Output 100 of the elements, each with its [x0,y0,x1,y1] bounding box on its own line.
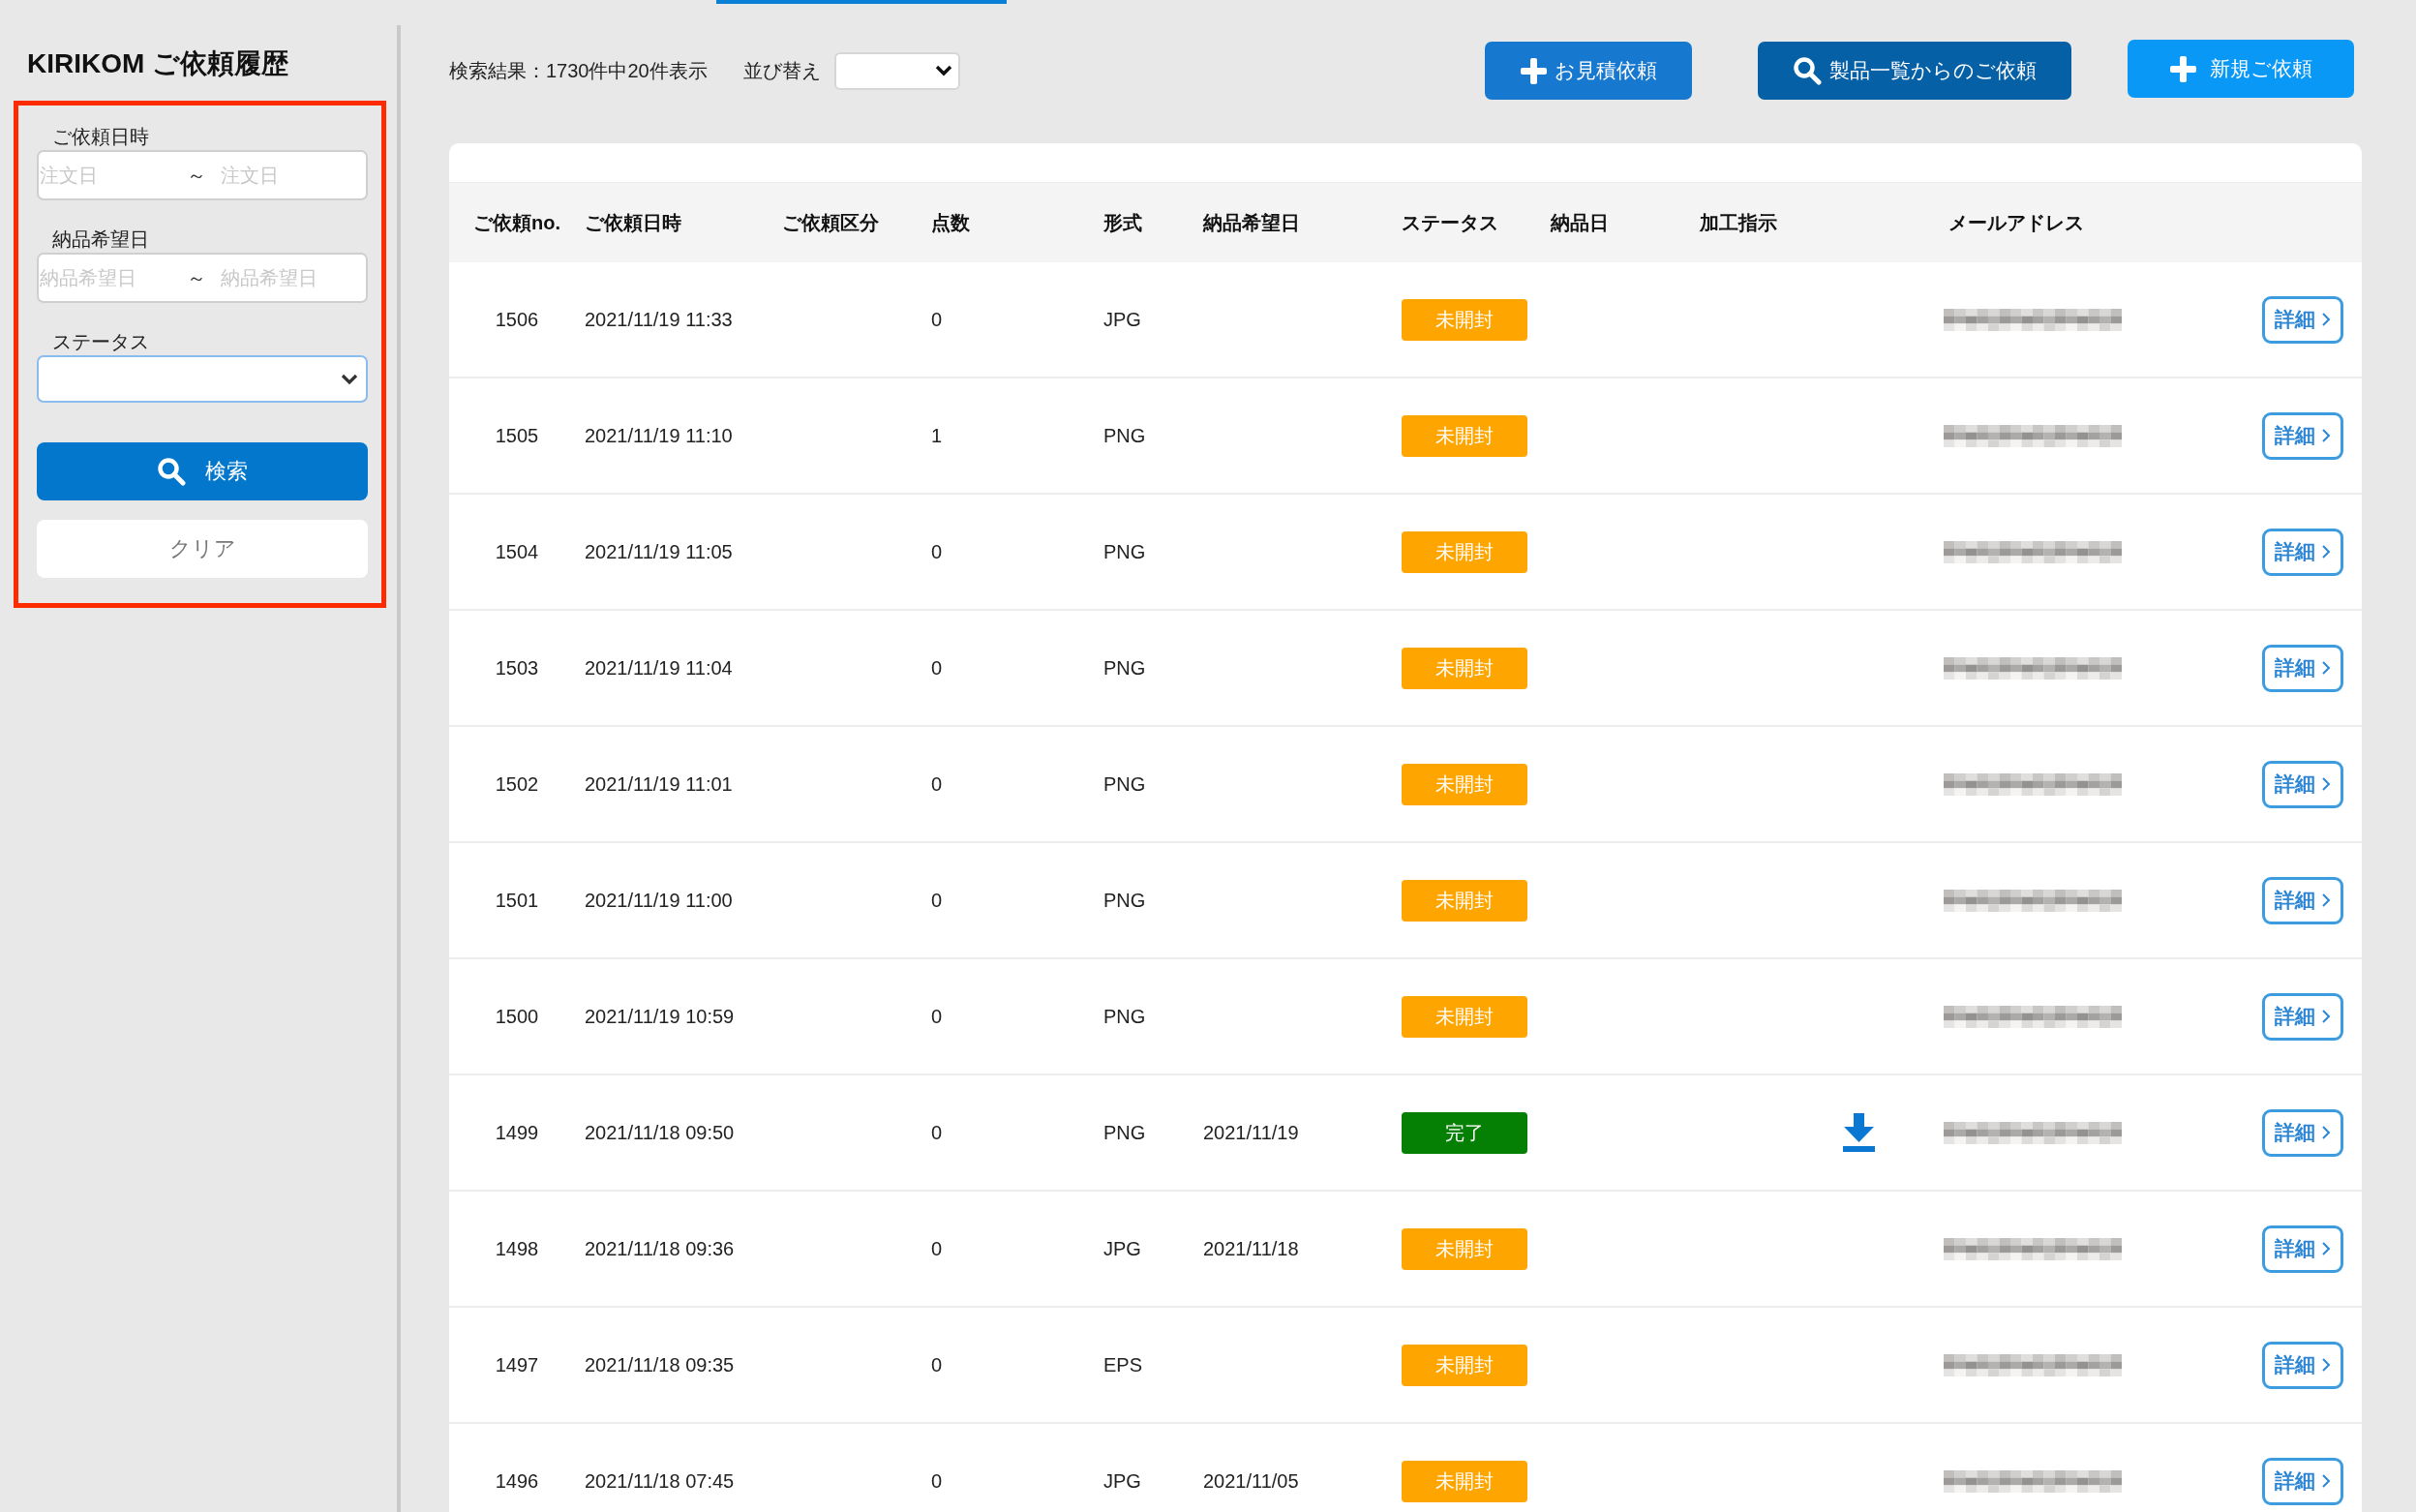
detail-button[interactable]: 詳細 [2262,528,2343,576]
detail-button[interactable]: 詳細 [2262,760,2343,808]
table-cell: 1499 [495,1121,539,1144]
detail-button[interactable]: 詳細 [2262,644,2343,692]
column-header: 加工指示 [1700,210,1777,235]
table-cell: 0 [931,656,943,680]
range-separator: ～ [187,266,206,289]
table-cell: PNG [1103,1121,1146,1144]
range-separator: ～ [187,164,206,187]
table-cell: 0 [931,772,943,796]
column-header: 納品希望日 [1203,210,1300,235]
chevron-right-icon [2321,428,2331,443]
table-cell: 2021/11/19 11:04 [585,656,733,680]
table-cell: 0 [931,1121,943,1144]
chevron-right-icon [2321,1125,2331,1140]
table-cell: 1 [931,424,943,447]
detail-button[interactable]: 詳細 [2262,1457,2343,1505]
table-cell: 2021/11/18 09:50 [585,1121,735,1144]
status-badge: 未開封 [1402,647,1527,689]
filter-label: ステータス [52,330,149,353]
table-cell: 1496 [495,1469,539,1493]
column-header: 形式 [1103,210,1142,235]
status-select[interactable] [37,355,368,403]
clear-button[interactable]: クリア [37,520,368,578]
chevron-right-icon [2321,1357,2331,1373]
result-count-text: 検索結果：1730件中20件表示 [449,58,708,83]
table-cell: 1498 [495,1237,539,1260]
detail-button[interactable]: 詳細 [2262,1341,2343,1389]
table-cell: PNG [1103,656,1146,680]
table-cell: 2021/11/18 [1203,1237,1299,1260]
column-header: ご依頼区分 [782,210,879,235]
table-cell: 1503 [495,656,539,680]
table-cell: JPG [1103,1237,1141,1260]
detail-button[interactable]: 詳細 [2262,411,2343,460]
column-header: メールアドレス [1948,210,2084,235]
table-cell: 0 [931,308,943,331]
table-cell: 2021/11/19 11:01 [585,772,733,796]
table-cell: 2021/11/19 11:00 [585,889,733,912]
detail-button[interactable]: 詳細 [2262,992,2343,1041]
plus-icon [1520,57,1547,84]
status-badge: 未開封 [1402,530,1527,573]
table-cell: PNG [1103,424,1146,447]
chevron-right-icon [2321,544,2331,559]
table-cell: EPS [1103,1353,1143,1376]
table-cell: 2021/11/19 11:33 [585,308,733,331]
detail-button[interactable]: 詳細 [2262,1225,2343,1273]
plus-icon [2169,55,2196,82]
table-cell: 0 [931,1005,943,1028]
table-cell: JPG [1103,308,1141,331]
table-cell: 1500 [495,1005,539,1028]
search-button[interactable]: 検索 [37,442,368,500]
filter-label: ご依頼日時 [52,125,149,148]
column-header: ご依頼日時 [585,210,681,235]
table-cell: 1497 [495,1353,539,1376]
detail-button[interactable]: 詳細 [2262,876,2343,924]
status-badge: 未開封 [1402,995,1527,1038]
table-cell: PNG [1103,540,1146,563]
table-cell: PNG [1103,772,1146,796]
quote-request-button[interactable]: お見積依頼 [1485,42,1692,100]
column-header: ご依頼no. [473,210,560,235]
table-cell: 2021/11/18 09:36 [585,1237,735,1260]
chevron-down-icon [341,373,358,385]
table-cell: 0 [931,540,943,563]
filter-label: 納品希望日 [52,227,149,251]
table-cell: 1502 [495,772,539,796]
status-badge: 未開封 [1402,298,1527,341]
table-cell: 1506 [495,308,539,331]
column-header: ステータス [1402,210,1498,235]
table-cell: PNG [1103,889,1146,912]
table-cell: 2021/11/18 09:35 [585,1353,735,1376]
sort-select[interactable] [833,51,960,90]
table-cell: 2021/11/19 11:10 [585,424,733,447]
detail-button[interactable]: 詳細 [2262,295,2343,344]
table-cell: 0 [931,1353,943,1376]
chevron-down-icon [934,65,952,76]
table-cell: 2021/11/18 07:45 [585,1469,735,1493]
catalog-request-button[interactable]: 製品一覧からのご依頼 [1758,42,2071,100]
table-cell: 2021/11/19 10:59 [585,1005,735,1028]
status-badge: 未開封 [1402,763,1527,805]
sort-label: 並び替え [742,58,821,83]
chevron-right-icon [2321,1009,2331,1024]
table-cell: 0 [931,1469,943,1493]
status-badge: 未開封 [1402,1460,1527,1502]
detail-button[interactable]: 詳細 [2262,1108,2343,1157]
table-cell: 1505 [495,424,539,447]
table-cell: JPG [1103,1469,1141,1493]
status-badge: 未開封 [1402,1227,1527,1270]
status-badge: 完了 [1402,1111,1527,1154]
page-title: KIRIKOM ご依頼履歴 [27,47,289,80]
table-cell: 1501 [495,889,539,912]
chevron-right-icon [2321,312,2331,327]
search-icon [1793,56,1822,85]
download-icon[interactable] [1843,1113,1875,1152]
status-badge: 未開封 [1402,1344,1527,1386]
column-header: 点数 [931,210,970,235]
table-cell: 2021/11/19 11:05 [585,540,733,563]
table-cell: 0 [931,1237,943,1260]
chevron-right-icon [2321,660,2331,676]
table-cell: PNG [1103,1005,1146,1028]
new-request-button[interactable]: 新規ご依頼 [2128,40,2354,98]
